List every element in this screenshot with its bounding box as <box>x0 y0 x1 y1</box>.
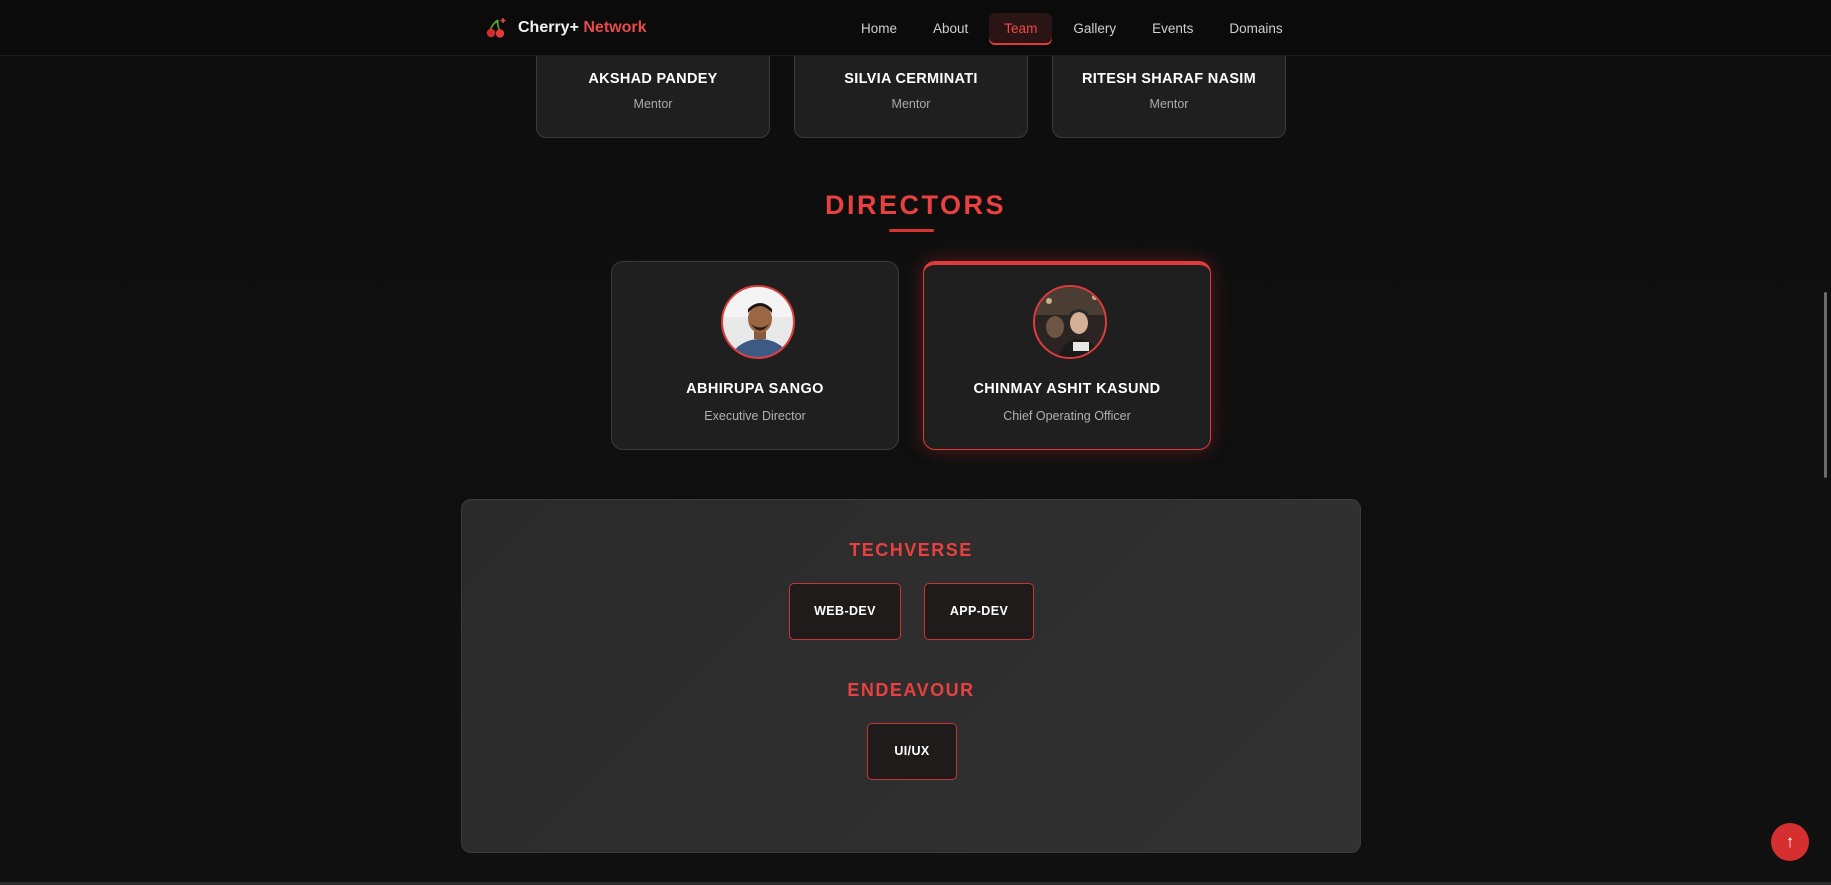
domains-panel: TECHVERSE WEB-DEV APP-DEV ENDEAVOUR UI/U… <box>461 499 1361 853</box>
nav-link-team[interactable]: Team <box>989 13 1053 45</box>
mentor-name: AKSHAD PANDEY <box>588 71 718 87</box>
mentor-name: SILVIA CERMINATI <box>844 71 978 87</box>
page: Cherry+ Network Home About Team Gallery … <box>0 0 1831 885</box>
scrollbar-thumb[interactable] <box>1824 292 1827 478</box>
person-photo-icon <box>1035 287 1105 357</box>
mentor-name: RITESH SHARAF NASIM <box>1081 71 1257 87</box>
director-card-highlighted[interactable]: CHINMAY ASHIT KASUND Chief Operating Off… <box>923 261 1211 450</box>
brand[interactable]: Cherry+ Network <box>484 16 647 40</box>
domain-group-title: ENDEAVOUR <box>847 680 975 700</box>
nav-link-home[interactable]: Home <box>846 13 912 45</box>
domain-chip-app-dev[interactable]: APP-DEV <box>924 583 1034 640</box>
domain-chip-web-dev[interactable]: WEB-DEV <box>789 583 901 640</box>
avatar <box>1033 285 1107 359</box>
director-role: Executive Director <box>704 409 806 423</box>
director-name: CHINMAY ASHIT KASUND <box>973 381 1161 397</box>
domain-group-title: TECHVERSE <box>849 540 973 560</box>
person-photo-icon <box>723 287 793 357</box>
scroll-to-top-button[interactable]: ↑ <box>1771 823 1809 861</box>
mentor-role: Mentor <box>1149 97 1189 111</box>
nav-link-about[interactable]: About <box>918 13 983 45</box>
domain-chip-ui-ux[interactable]: UI/UX <box>867 723 957 780</box>
cherry-logo-icon <box>486 18 506 38</box>
directors-heading: DIRECTORS <box>824 190 1007 220</box>
heading-underline <box>889 229 934 232</box>
arrow-up-icon: ↑ <box>1785 832 1795 851</box>
nav-link-gallery[interactable]: Gallery <box>1058 13 1131 45</box>
brand-name-part1: Cherry+ <box>518 19 579 36</box>
director-role: Chief Operating Officer <box>1003 409 1131 423</box>
brand-name-part2: Network <box>583 19 647 36</box>
brand-name: Cherry+ Network <box>518 19 647 37</box>
director-card[interactable]: ABHIRUPA SANGO Executive Director <box>611 261 899 450</box>
mentor-role: Mentor <box>891 97 931 111</box>
navbar: Cherry+ Network Home About Team Gallery … <box>0 0 1831 56</box>
nav-link-domains[interactable]: Domains <box>1214 13 1297 45</box>
mentor-role: Mentor <box>633 97 673 111</box>
nav-links: Home About Team Gallery Events Domains <box>846 13 1298 45</box>
avatar <box>721 285 795 359</box>
director-name: ABHIRUPA SANGO <box>686 381 824 397</box>
nav-link-events[interactable]: Events <box>1137 13 1208 45</box>
